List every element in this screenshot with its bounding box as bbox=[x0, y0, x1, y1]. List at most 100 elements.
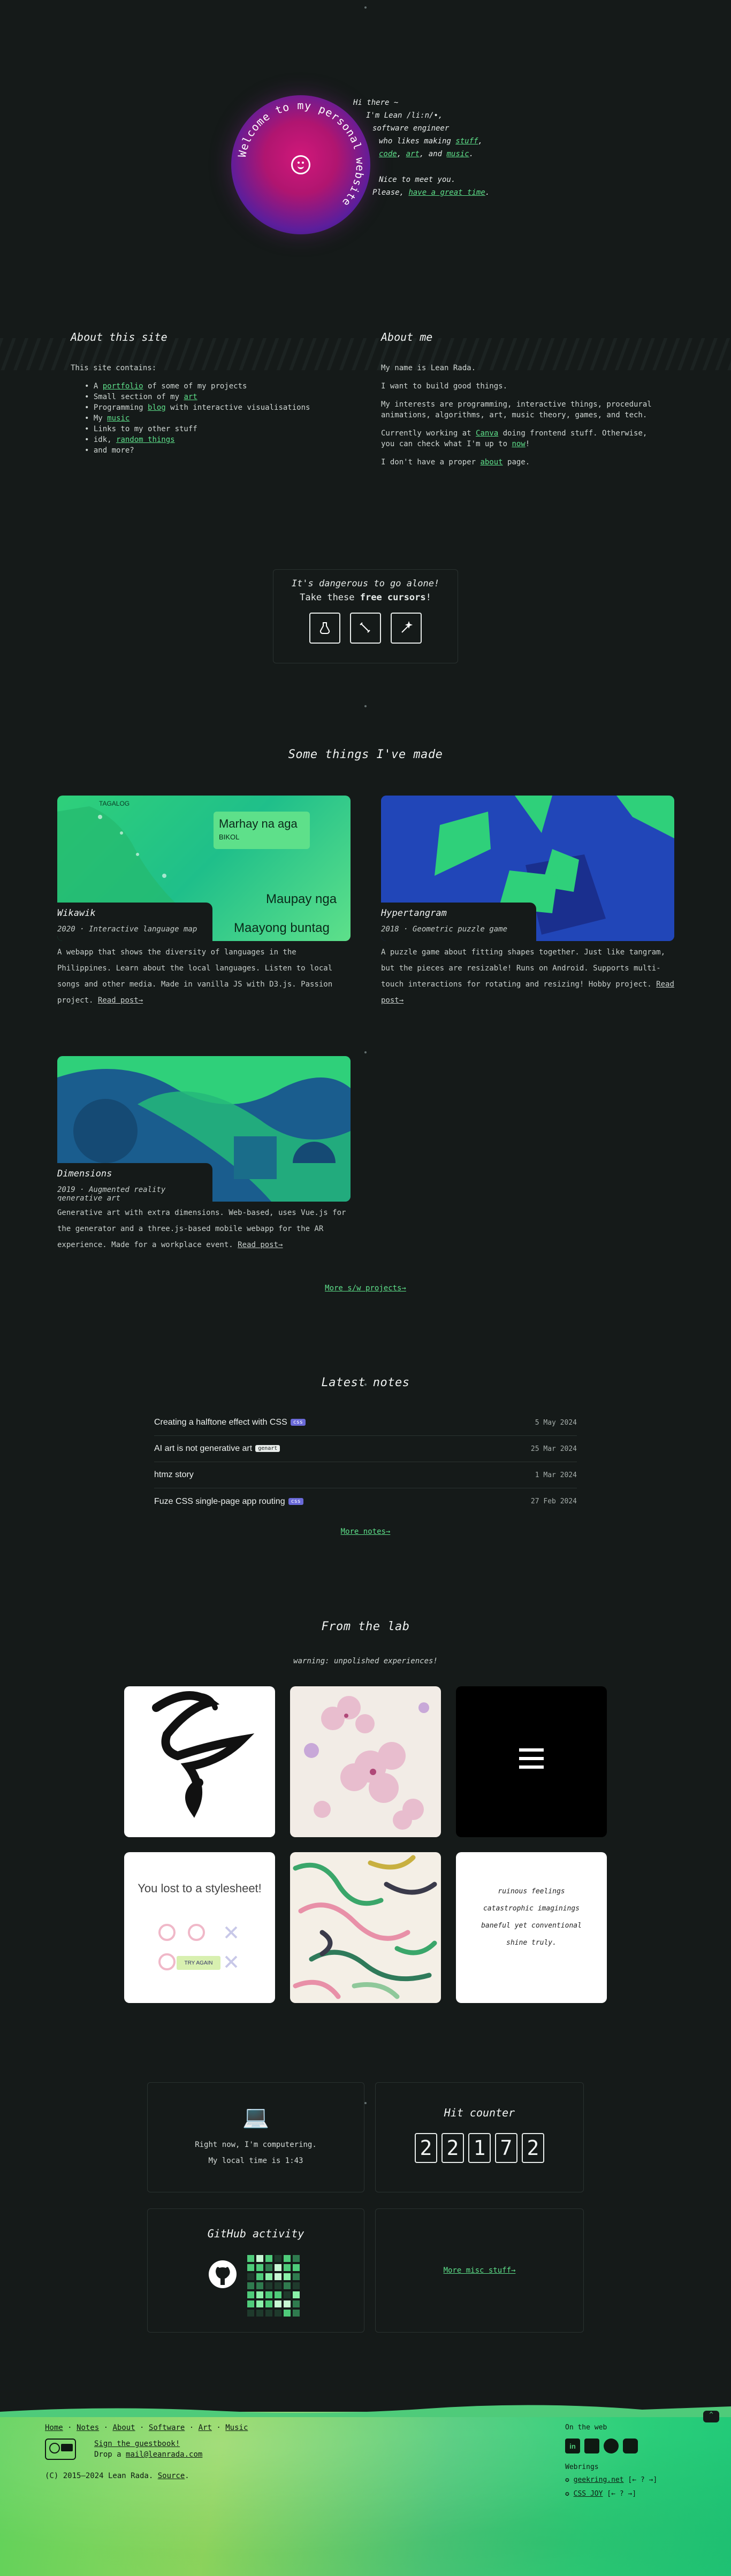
read-post-link[interactable]: Read post→ bbox=[98, 996, 143, 1005]
canva-link[interactable]: Canva bbox=[476, 429, 498, 438]
music-link[interactable]: music bbox=[446, 150, 469, 158]
footer-nav-software[interactable]: Software bbox=[149, 2424, 185, 2432]
hero-greeting: Nice to meet you. bbox=[379, 175, 456, 184]
wand-cursor-icon bbox=[401, 621, 413, 633]
lab-tile-menu[interactable] bbox=[456, 1686, 607, 1837]
guestbook-icon[interactable] bbox=[45, 2439, 76, 2460]
webring-nav[interactable]: [← ? →] bbox=[607, 2490, 636, 2498]
back-to-top-button[interactable]: ^ bbox=[703, 2411, 719, 2422]
note-row[interactable]: AI art is not generative art genart 25 Ma… bbox=[154, 1436, 577, 1462]
potion-cursor-button[interactable] bbox=[309, 613, 340, 644]
about-me-work: Currently working at Canva doing fronten… bbox=[381, 428, 659, 449]
blog-link[interactable]: blog bbox=[148, 403, 166, 412]
lab-tile-tictactoe[interactable]: You lost to a stylesheet! TRY AGAIN bbox=[124, 1852, 275, 2003]
codepen-icon[interactable] bbox=[584, 2439, 599, 2453]
hit-counter-box: Hit counter 2 2 1 7 2 bbox=[375, 2082, 584, 2192]
project-caption: Dimensions 2019 · Augmented reality gene… bbox=[57, 1163, 212, 1202]
contribution-cell bbox=[247, 2300, 254, 2307]
linkedin-icon[interactable]: in bbox=[565, 2439, 580, 2453]
great-time-link[interactable]: have a great time bbox=[408, 188, 485, 197]
lab-tile-ink[interactable] bbox=[124, 1686, 275, 1837]
guestbook-link[interactable]: Sign the guestbook! bbox=[94, 2440, 180, 2448]
dimensions-thumbnail[interactable]: Dimensions 2019 · Augmented reality gene… bbox=[57, 1056, 351, 1202]
about-link[interactable]: about bbox=[480, 458, 502, 467]
svg-text:Welcome to my personal website: Welcome to my personal website bbox=[235, 99, 367, 209]
contribution-cell bbox=[293, 2255, 300, 2262]
hero-line-3: software engineer bbox=[372, 124, 450, 133]
art-link[interactable]: art bbox=[406, 150, 420, 158]
art-section-link[interactable]: art bbox=[184, 393, 197, 401]
project-hypertangram[interactable]: Hypertangram 2018 · Geometric puzzle gam… bbox=[381, 796, 674, 1008]
hit-digit: 1 bbox=[468, 2133, 491, 2163]
lab-tile-poem[interactable]: ruinous feelings catastrophic imaginings… bbox=[456, 1852, 607, 2003]
contribution-cell bbox=[247, 2310, 254, 2317]
notes-list: Creating a halftone effect with CSS css 5… bbox=[154, 1410, 577, 1515]
portfolio-link[interactable]: portfolio bbox=[103, 382, 143, 391]
list-text: of some of my projects bbox=[143, 382, 247, 391]
source-link[interactable]: Source bbox=[158, 2472, 185, 2480]
music-section-link[interactable]: music bbox=[107, 414, 130, 423]
on-the-web-title: On the web bbox=[565, 2424, 607, 2432]
now-link[interactable]: now bbox=[512, 440, 525, 448]
discord-icon[interactable] bbox=[623, 2439, 638, 2453]
contribution-cell bbox=[247, 2255, 254, 2262]
wikawik-thumbnail[interactable]: TAGALOG Marhay na aga BIKOL Maupay nga M… bbox=[57, 796, 351, 941]
contribution-cell bbox=[247, 2264, 254, 2271]
welcome-orb[interactable]: Welcome to my personal website bbox=[231, 95, 370, 234]
footer-wave bbox=[0, 2405, 731, 2417]
wand-cursor-button[interactable] bbox=[391, 613, 422, 644]
webring-nav[interactable]: [← ? →] bbox=[628, 2476, 657, 2484]
try-again-button[interactable]: TRY AGAIN bbox=[177, 1956, 220, 1970]
read-post-link[interactable]: Read post→ bbox=[238, 1241, 283, 1249]
contribution-cell bbox=[293, 2300, 300, 2307]
cursor-offer: Take these free cursors! bbox=[273, 592, 458, 603]
list-item: Programming blog with interactive visual… bbox=[85, 402, 349, 413]
github-footer-icon[interactable] bbox=[604, 2439, 619, 2453]
css-joy-link[interactable]: CSS JOY bbox=[574, 2490, 603, 2498]
ink-stroke-graphic bbox=[152, 1691, 255, 1818]
contribution-cell bbox=[284, 2291, 291, 2298]
footer-nav-home[interactable]: Home bbox=[45, 2424, 63, 2432]
sword-cursor-button[interactable] bbox=[350, 613, 381, 644]
project-dimensions[interactable]: Dimensions 2019 · Augmented reality gene… bbox=[57, 1056, 351, 1253]
contribution-cell bbox=[256, 2255, 263, 2262]
footer-nav-about[interactable]: About bbox=[112, 2424, 135, 2432]
tictactoe-board bbox=[158, 1924, 238, 1970]
more-misc-link[interactable]: More misc stuff→ bbox=[444, 2266, 516, 2275]
contribution-cell bbox=[284, 2310, 291, 2317]
random-things-link[interactable]: random things bbox=[116, 435, 175, 444]
footer-nav-art[interactable]: Art bbox=[199, 2424, 212, 2432]
project-wikawik[interactable]: TAGALOG Marhay na aga BIKOL Maupay nga M… bbox=[57, 796, 351, 1008]
contribution-cell bbox=[256, 2310, 263, 2317]
note-row[interactable]: Fuze CSS single-page app routing css 27 F… bbox=[154, 1488, 577, 1515]
webring-row: ✪ geekring.net [← ? →] bbox=[565, 2476, 657, 2484]
note-tag: css bbox=[288, 1497, 303, 1505]
note-row[interactable]: htmz story 1 Mar 2024 bbox=[154, 1462, 577, 1488]
more-notes-link[interactable]: More notes→ bbox=[0, 1527, 731, 1536]
lab-tile-squiggles[interactable] bbox=[290, 1852, 441, 2003]
about-site-list: A portfolio of some of my projects Small… bbox=[71, 381, 349, 456]
stuff-link[interactable]: stuff bbox=[455, 137, 478, 146]
webring-row: ✪ CSS JOY [← ? →] bbox=[565, 2490, 636, 2498]
copyright-text: (C) 2015–2024 Lean Rada. bbox=[45, 2472, 158, 2480]
contribution-cell bbox=[284, 2255, 291, 2262]
note-row[interactable]: Creating a halftone effect with CSS css 5… bbox=[154, 1410, 577, 1436]
github-contribution-grid[interactable] bbox=[247, 2255, 311, 2325]
footer-nav-notes[interactable]: Notes bbox=[77, 2424, 99, 2432]
more-projects-link[interactable]: More s/w projects→ bbox=[0, 1284, 731, 1293]
contribution-cell bbox=[247, 2273, 254, 2280]
list-text: and more? bbox=[93, 446, 134, 455]
cursor-offer-text: Take these bbox=[300, 592, 360, 603]
lab-tile-flowers[interactable] bbox=[290, 1686, 441, 1837]
geekring-link[interactable]: geekring.net bbox=[574, 2476, 624, 2484]
poem-line: shine truly. bbox=[506, 1939, 557, 1947]
hypertangram-thumbnail[interactable]: Hypertangram 2018 · Geometric puzzle gam… bbox=[381, 796, 674, 941]
github-icon[interactable] bbox=[207, 2258, 239, 2290]
footer-nav-music[interactable]: Music bbox=[225, 2424, 248, 2432]
contribution-cell bbox=[293, 2264, 300, 2271]
code-link[interactable]: code bbox=[379, 150, 397, 158]
contribution-cell bbox=[265, 2264, 272, 2271]
work-text: Currently working at bbox=[381, 429, 476, 438]
mail-link[interactable]: mail@leanrada.com bbox=[126, 2450, 202, 2459]
lab-warning: warning: unpolished experiences! bbox=[293, 1657, 438, 1665]
